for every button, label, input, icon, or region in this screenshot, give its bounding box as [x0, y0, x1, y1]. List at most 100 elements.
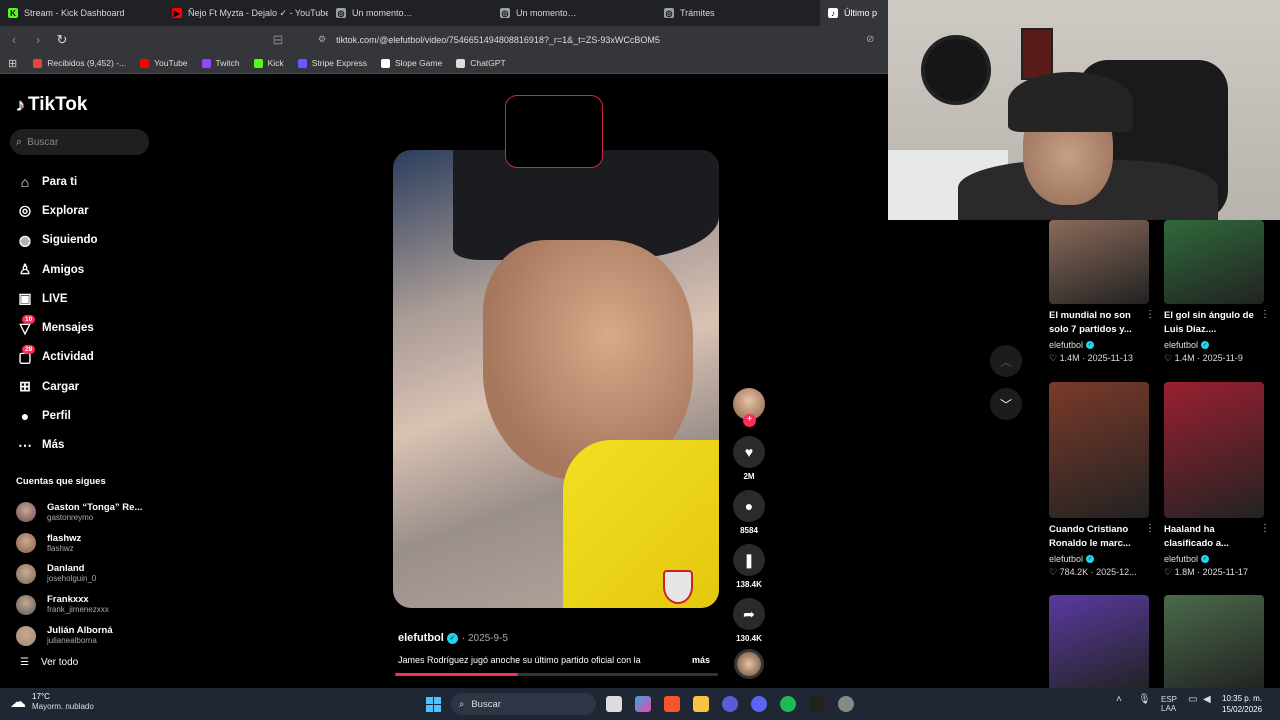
video-card[interactable]: El mundial no son solo 7 partidos y... ⋮ e… — [1049, 220, 1155, 364]
search-input[interactable]: ⌕ Buscar — [10, 129, 149, 155]
sidebar-item-explorar[interactable]: ◎ Explorar — [14, 196, 98, 225]
sidebar-item-cargar[interactable]: ⊞ Cargar — [14, 372, 98, 401]
share-icon[interactable]: ➦ — [733, 598, 765, 630]
brave-icon[interactable] — [664, 696, 680, 712]
browser-tab[interactable]: ◎ Un momento… — [328, 0, 492, 26]
tray-chevron-icon[interactable]: ˄ — [1116, 695, 1122, 705]
next-video-button[interactable]: ﹀ — [990, 388, 1022, 420]
card-author[interactable]: elefutbol ✓ — [1049, 554, 1149, 564]
sidebar-item-siguiendo[interactable]: ◍ Siguiendo — [14, 226, 98, 255]
video-card[interactable]: El gol sin ángulo de Luis Díaz.... ⋮ elefu… — [1164, 220, 1270, 364]
apps-grid-icon[interactable]: ⊞ — [8, 57, 17, 70]
video-thumbnail[interactable] — [1164, 595, 1264, 691]
language-indicator[interactable]: ESP LAA — [1161, 695, 1177, 713]
video-meta: elefutbol ✓ · 2025-9-5 — [398, 632, 508, 644]
taskbar-search[interactable]: ⌕ Buscar — [451, 693, 596, 715]
sidebar-item-parati[interactable]: ⌂ Para ti — [14, 167, 98, 196]
video-action-rail: + ♥ 2M ● 8584 ❚ 138.4K ➦ 130.4K — [731, 388, 767, 643]
following-account[interactable]: Frankxxx frank_jimenezxxx — [16, 589, 142, 620]
reload-icon[interactable]: ↻ — [52, 32, 72, 48]
more-options-icon[interactable]: ⋮ — [1260, 523, 1270, 534]
bookmark-item[interactable]: Stripe Express — [297, 58, 367, 68]
volume-icon[interactable]: ◀ — [1203, 695, 1211, 705]
bookmark-item[interactable]: Twitch — [201, 58, 240, 68]
following-account[interactable]: Gaston “Tonga” Re... gastonreymo — [16, 497, 142, 528]
video-author[interactable]: elefutbol — [398, 632, 444, 644]
browser-tab[interactable]: K Stream - Kick Dashboard — [0, 0, 164, 26]
comment-action[interactable]: ● 8584 — [731, 490, 767, 535]
card-author[interactable]: elefutbol ✓ — [1164, 340, 1264, 350]
audio-app-icon[interactable] — [809, 696, 825, 712]
heart-icon[interactable]: ♥ — [733, 436, 765, 468]
browser-tab[interactable]: ◎ Un momento… — [492, 0, 656, 26]
obs-icon[interactable] — [838, 696, 854, 712]
card-author[interactable]: elefutbol ✓ — [1049, 340, 1149, 350]
tab-title: Ñejo Ft Myzta - Dejalo ✓ - YouTube — [188, 7, 328, 18]
mic-icon[interactable]: 🎙 — [1138, 695, 1151, 705]
video-thumbnail[interactable] — [1164, 382, 1264, 518]
browser-tab[interactable]: ▶ Ñejo Ft Myzta - Dejalo ✓ - YouTube — [164, 0, 328, 26]
file-explorer-icon[interactable] — [693, 696, 709, 712]
back-arrow-icon[interactable]: ‹ — [4, 32, 24, 47]
tiktok-logo[interactable]: ♪ TikTok — [16, 94, 87, 116]
bookmark-item[interactable]: ChatGPT — [456, 58, 506, 68]
video-card[interactable]: Haaland ha clasificado a... ⋮ elefutbol ✓ ♡ … — [1164, 382, 1270, 578]
video-thumbnail[interactable] — [1049, 220, 1149, 304]
video-progress-bar[interactable] — [395, 673, 718, 676]
forward-arrow-icon[interactable]: › — [28, 32, 48, 47]
cortana-icon[interactable] — [722, 696, 738, 712]
bookmark-item[interactable]: Slope Game — [380, 58, 442, 68]
spotify-icon[interactable] — [780, 696, 796, 712]
bookmark-icon[interactable]: ❚ — [733, 544, 765, 576]
following-account[interactable]: flashwz flashwz — [16, 528, 142, 559]
video-thumbnail[interactable] — [1164, 220, 1264, 304]
site-info-icon[interactable]: ⚙ — [318, 34, 326, 45]
video-card[interactable]: Cuando Cristiano Ronaldo le marc... ⋮ elef… — [1049, 382, 1155, 578]
sidebar-item-mensajes[interactable]: ▽ 10 Mensajes — [14, 313, 98, 342]
video-thumbnail[interactable] — [1049, 382, 1149, 518]
start-button[interactable] — [426, 697, 441, 712]
copilot-icon[interactable] — [635, 696, 651, 712]
video-card[interactable] — [1164, 595, 1264, 691]
sidebar-item-perfil[interactable]: ● Perfil — [14, 401, 98, 430]
save-action[interactable]: ❚ 138.4K — [731, 544, 767, 589]
previous-video-button[interactable]: ︿ — [990, 345, 1022, 377]
live-icon: ▣ — [18, 290, 32, 307]
caption-more-button[interactable]: más — [692, 655, 710, 665]
sidebar-item-ms[interactable]: ⋯ Más — [14, 431, 98, 460]
bookmark-label: ChatGPT — [470, 58, 506, 68]
bookmark-item[interactable]: YouTube — [140, 58, 188, 68]
browser-tab[interactable]: ◎ Trámites — [656, 0, 820, 26]
video-thumbnail[interactable] — [1049, 595, 1149, 691]
more-options-icon[interactable]: ⋮ — [1260, 309, 1270, 320]
task-view-icon[interactable] — [606, 696, 622, 712]
sidebar-item-actividad[interactable]: ▢ 28 Actividad — [14, 343, 98, 372]
follow-plus-icon[interactable]: + — [743, 414, 756, 427]
following-account[interactable]: Danland joseholguin_0 — [16, 559, 142, 590]
more-options-icon[interactable]: ⋮ — [1145, 523, 1155, 534]
see-all-link[interactable]: ☰ Ver todo — [20, 657, 78, 668]
music-disc-icon[interactable] — [734, 649, 764, 679]
bookmark-favicon-icon — [380, 58, 390, 68]
card-author[interactable]: elefutbol ✓ — [1164, 554, 1264, 564]
system-clock[interactable]: 10:35 p. m. 15/02/2026 — [1222, 693, 1262, 715]
weather-widget[interactable]: ☁ 17°C Mayorm. nublado — [10, 692, 94, 712]
share-action[interactable]: ➦ 130.4K — [731, 598, 767, 643]
list-icon: ☰ — [20, 657, 29, 668]
like-action[interactable]: ♥ 2M — [731, 436, 767, 481]
more-options-icon[interactable]: ⋮ — [1145, 309, 1155, 320]
sidebar-item-live[interactable]: ▣ LIVE — [14, 284, 98, 313]
bookmark-item[interactable]: Kick — [253, 58, 284, 68]
bookmark-page-icon[interactable]: ⊟ — [268, 32, 288, 48]
url-field[interactable]: ⚙ tiktok.com/@elefutbol/video/7546651494… — [318, 34, 660, 45]
sidebar-item-amigos[interactable]: ♙ Amigos — [14, 255, 98, 284]
mute-tab-icon[interactable]: ⊘ — [866, 34, 874, 45]
comment-icon[interactable]: ● — [733, 490, 765, 522]
creator-avatar[interactable]: + — [733, 388, 765, 427]
following-account[interactable]: Julián Alborná julianealborna — [16, 620, 142, 651]
discord-icon[interactable] — [751, 696, 767, 712]
network-icon[interactable]: ▭ — [1188, 695, 1197, 705]
bookmark-item[interactable]: Recibidos (9,452) -... — [33, 58, 126, 68]
video-player[interactable] — [393, 150, 719, 608]
video-card[interactable] — [1049, 595, 1149, 691]
